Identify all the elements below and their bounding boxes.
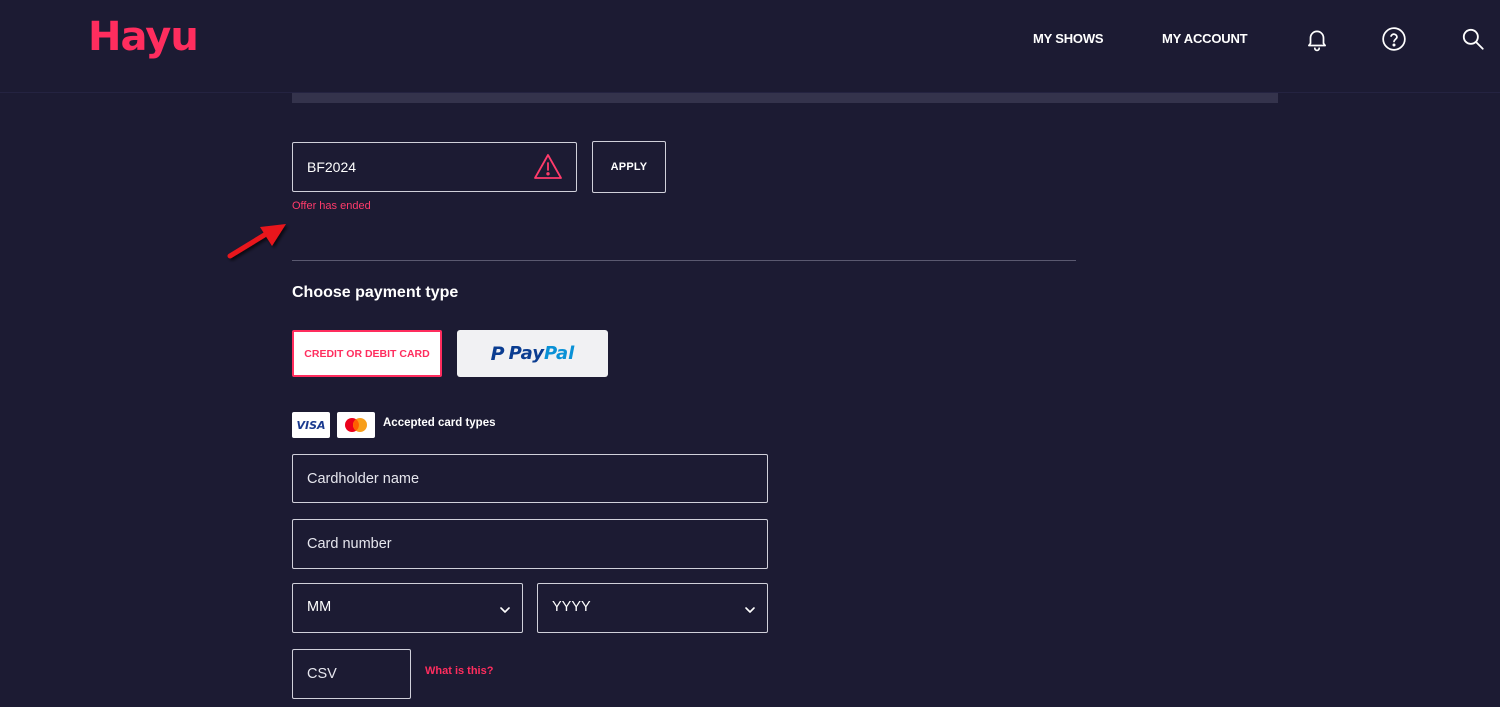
cardholder-name-field[interactable] (292, 454, 768, 503)
annotation-arrow-icon (227, 224, 286, 259)
visa-logo: VISA (292, 412, 330, 438)
csv-help-link[interactable]: What is this? (425, 665, 493, 677)
nav-my-shows[interactable]: MY SHOWS (1033, 31, 1104, 46)
paypal-wordmark-pay: Pay (508, 343, 544, 364)
promo-code-input[interactable] (307, 143, 527, 191)
top-header: Hayu MY SHOWS MY ACCOUNT (0, 0, 1500, 93)
paypal-wordmark-pal: Pal (543, 343, 575, 364)
expiry-year-select[interactable]: YYYY (537, 583, 768, 633)
help-icon[interactable] (1381, 26, 1407, 52)
chevron-down-icon (500, 607, 510, 613)
paypal-option[interactable]: P PayPal (457, 330, 608, 377)
paypal-wordmark: PayPal (509, 343, 575, 364)
accepted-card-types-label: Accepted card types (383, 417, 496, 429)
promo-error-message: Offer has ended (292, 200, 371, 212)
visa-logo-text: VISA (296, 418, 326, 432)
search-icon[interactable] (1460, 26, 1486, 52)
payment-type-heading: Choose payment type (292, 284, 459, 301)
mastercard-icon (345, 418, 367, 432)
expiry-year-value: YYYY (552, 599, 591, 615)
section-divider (292, 260, 1076, 261)
mastercard-logo (337, 412, 375, 438)
credit-debit-card-option[interactable]: CREDIT OR DEBIT CARD (292, 330, 442, 377)
nav-my-account[interactable]: MY ACCOUNT (1162, 31, 1248, 46)
card-number-field[interactable] (292, 519, 768, 569)
apply-button[interactable]: APPLY (592, 141, 666, 193)
promo-code-field[interactable] (292, 142, 577, 192)
bell-icon[interactable] (1304, 26, 1330, 52)
expiry-month-value: MM (307, 599, 332, 615)
csv-field[interactable] (292, 649, 411, 699)
warning-icon (534, 154, 562, 179)
paypal-logo-icon: P (490, 342, 505, 365)
summary-band (292, 93, 1278, 103)
hayu-logo[interactable]: Hayu (88, 14, 199, 60)
expiry-month-select[interactable]: MM (292, 583, 523, 633)
chevron-down-icon (745, 607, 755, 613)
